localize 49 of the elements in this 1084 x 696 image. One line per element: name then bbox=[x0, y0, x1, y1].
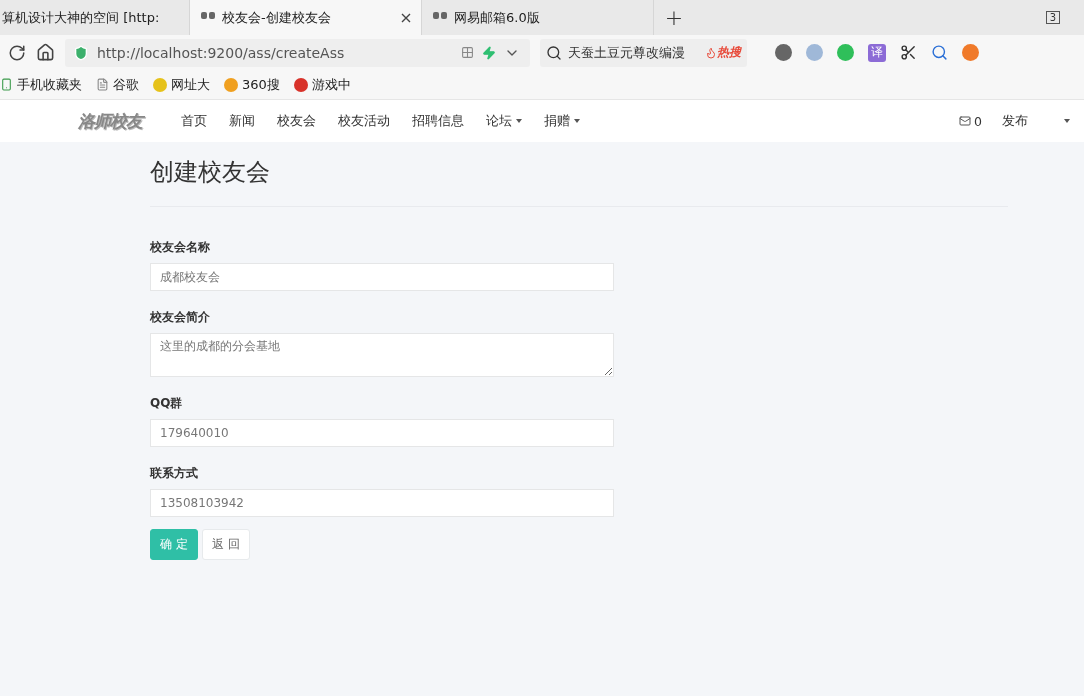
caret-icon[interactable] bbox=[1064, 119, 1070, 123]
bookmark-item[interactable]: 360搜 bbox=[224, 75, 280, 94]
bookmark-item[interactable]: 游戏中 bbox=[293, 75, 351, 94]
nav-link[interactable]: 招聘信息 bbox=[401, 112, 475, 130]
field-label: QQ群 bbox=[150, 395, 184, 412]
input-field[interactable]: 成都校友会 bbox=[150, 263, 614, 291]
qr-grid-icon[interactable] bbox=[461, 46, 474, 59]
back-button[interactable]: 返 回 bbox=[201, 529, 250, 560]
nav-link[interactable]: 校友活动 bbox=[327, 112, 401, 130]
nav-link[interactable]: 论坛 bbox=[475, 112, 533, 130]
close-tab-icon[interactable] bbox=[401, 12, 411, 23]
translate-button[interactable]: 译 bbox=[868, 43, 886, 62]
site-favicon-icon bbox=[153, 77, 167, 92]
messages-link[interactable]: 0 bbox=[959, 113, 982, 129]
publish-menu[interactable]: 发布 bbox=[1002, 112, 1028, 130]
nav-link[interactable]: 新闻 bbox=[218, 112, 266, 130]
document-icon bbox=[96, 78, 109, 91]
site-favicon-icon bbox=[224, 77, 238, 92]
address-bar[interactable]: http://localhost:9200/ass/createAss bbox=[65, 38, 530, 67]
textarea-field[interactable]: 这里的成都的分会基地 bbox=[150, 333, 614, 377]
nav-link[interactable]: 校友会 bbox=[266, 112, 327, 130]
phone-icon bbox=[0, 78, 13, 91]
flame-icon bbox=[705, 46, 717, 59]
bookmark-item[interactable]: 网址大 bbox=[153, 75, 210, 94]
search-icon[interactable] bbox=[931, 44, 948, 61]
bookmark-item[interactable]: 谷歌 bbox=[96, 75, 139, 94]
input-field[interactable]: 13508103942 bbox=[150, 489, 614, 517]
game-icon[interactable] bbox=[962, 44, 979, 61]
search-icon bbox=[546, 44, 562, 61]
new-tab-button[interactable]: + bbox=[654, 0, 694, 35]
site-favicon-icon bbox=[293, 77, 308, 92]
bookmark-item[interactable]: 手机收藏夹 bbox=[0, 75, 82, 94]
home-icon[interactable] bbox=[36, 43, 55, 62]
field-label: 校友会名称 bbox=[150, 239, 211, 256]
shield-icon bbox=[73, 44, 89, 61]
field-label: 联系方式 bbox=[150, 465, 199, 482]
field-label: 校友会简介 bbox=[150, 309, 211, 326]
extension-icon[interactable] bbox=[775, 44, 792, 61]
nav-link[interactable]: 首页 bbox=[170, 112, 218, 130]
input-field[interactable]: 179640010 bbox=[150, 419, 614, 447]
page-title: 创建校友会 bbox=[150, 156, 1008, 207]
search-field[interactable]: 天蚕土豆元尊改编漫 热搜 bbox=[540, 38, 747, 67]
browser-tab[interactable]: 算机设计大神的空间 [http: bbox=[0, 0, 190, 35]
tab-count[interactable]: 3 bbox=[1045, 11, 1060, 24]
browser-tab[interactable]: 校友会-创建校友会 bbox=[190, 0, 422, 35]
reload-icon[interactable] bbox=[8, 43, 26, 62]
scissors-icon[interactable] bbox=[900, 44, 917, 61]
mail-icon bbox=[959, 115, 972, 127]
nav-link[interactable]: 捐赠 bbox=[533, 112, 591, 130]
